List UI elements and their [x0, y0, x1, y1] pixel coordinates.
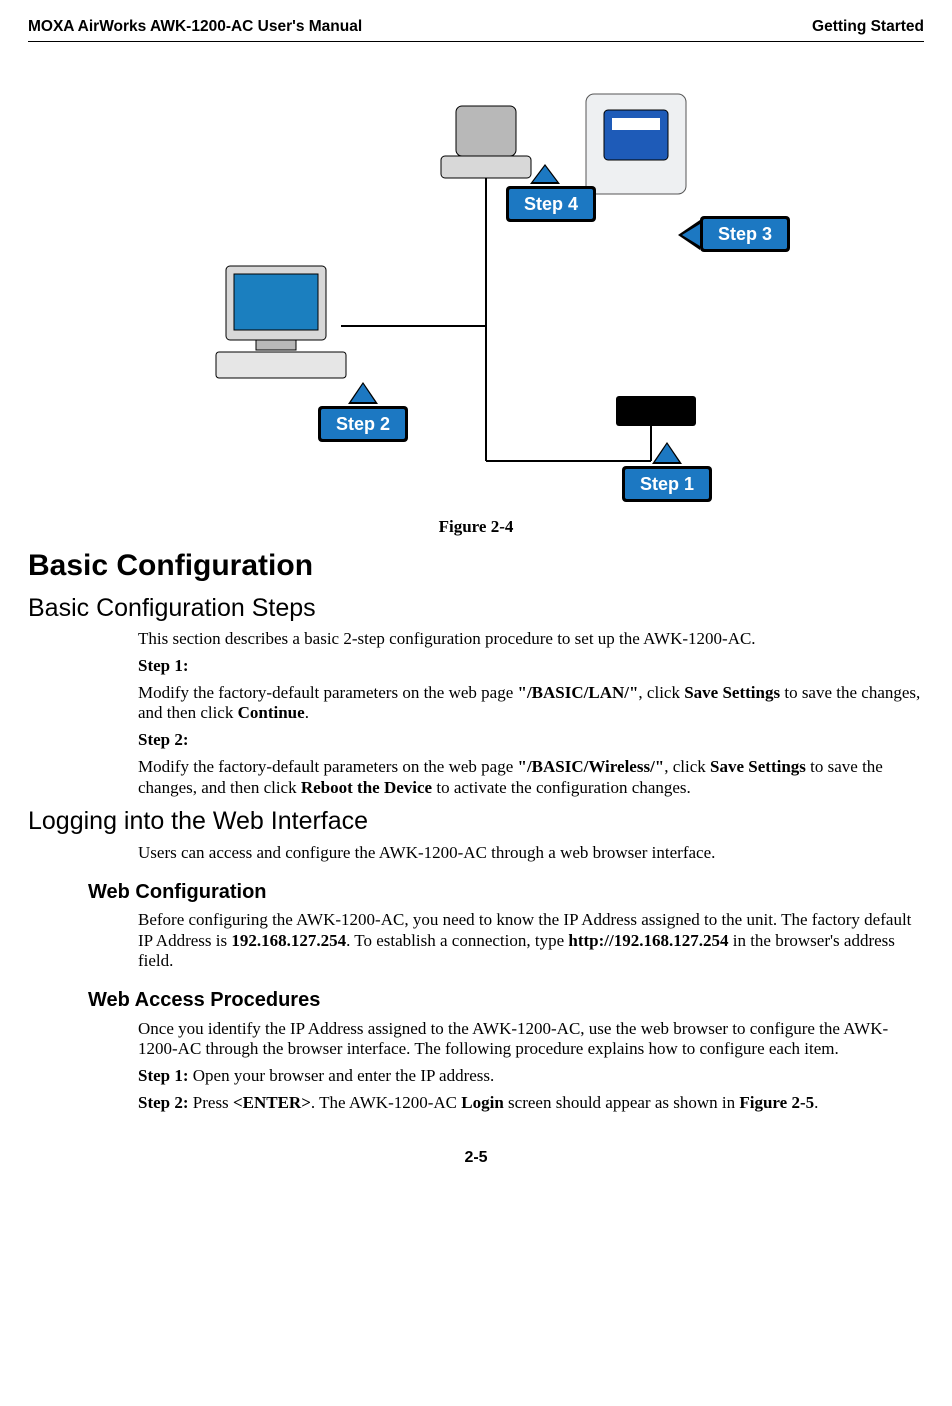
step1-label: Step 1 [640, 474, 694, 494]
heading-basic-configuration: Basic Configuration [28, 548, 924, 585]
heading-basic-config-steps: Basic Configuration Steps [28, 593, 924, 624]
wa-step1: Step 1: Open your browser and enter the … [138, 1066, 924, 1087]
step2-label-text: Step 2: [138, 730, 189, 749]
figure-caption: Figure 2-4 [28, 517, 924, 538]
step2-label: Step 2 [336, 414, 390, 434]
web-configuration-text: Before configuring the AWK-1200-AC, you … [138, 910, 924, 972]
step3-label: Step 3 [718, 224, 772, 244]
wa-step2: Step 2: Press <ENTER>. The AWK-1200-AC L… [138, 1093, 924, 1114]
heading-logging-web-interface: Logging into the Web Interface [28, 806, 924, 837]
step2-body: Modify the factory-default parameters on… [138, 757, 924, 798]
web-access-intro-text: Once you identify the IP Address assigne… [138, 1019, 924, 1060]
heading-web-access-procedures: Web Access Procedures [88, 988, 924, 1012]
step1-body: Modify the factory-default parameters on… [138, 683, 924, 724]
header-left: MOXA AirWorks AWK-1200-AC User's Manual [28, 18, 362, 37]
page-number: 2-5 [28, 1148, 924, 1168]
diagram-svg: Step 4 Step 3 Step 2 Step 1 [156, 66, 796, 506]
logging-intro-text: Users can access and configure the AWK-1… [138, 843, 924, 864]
figure-2-4: Step 4 Step 3 Step 2 Step 1 F [28, 66, 924, 538]
step1-label-text: Step 1: [138, 656, 189, 675]
page-header: MOXA AirWorks AWK-1200-AC User's Manual … [28, 18, 924, 42]
step4-label: Step 4 [524, 194, 578, 214]
steps-intro-text: This section describes a basic 2-step co… [138, 629, 924, 650]
header-right: Getting Started [812, 18, 924, 37]
heading-web-configuration: Web Configuration [88, 880, 924, 904]
